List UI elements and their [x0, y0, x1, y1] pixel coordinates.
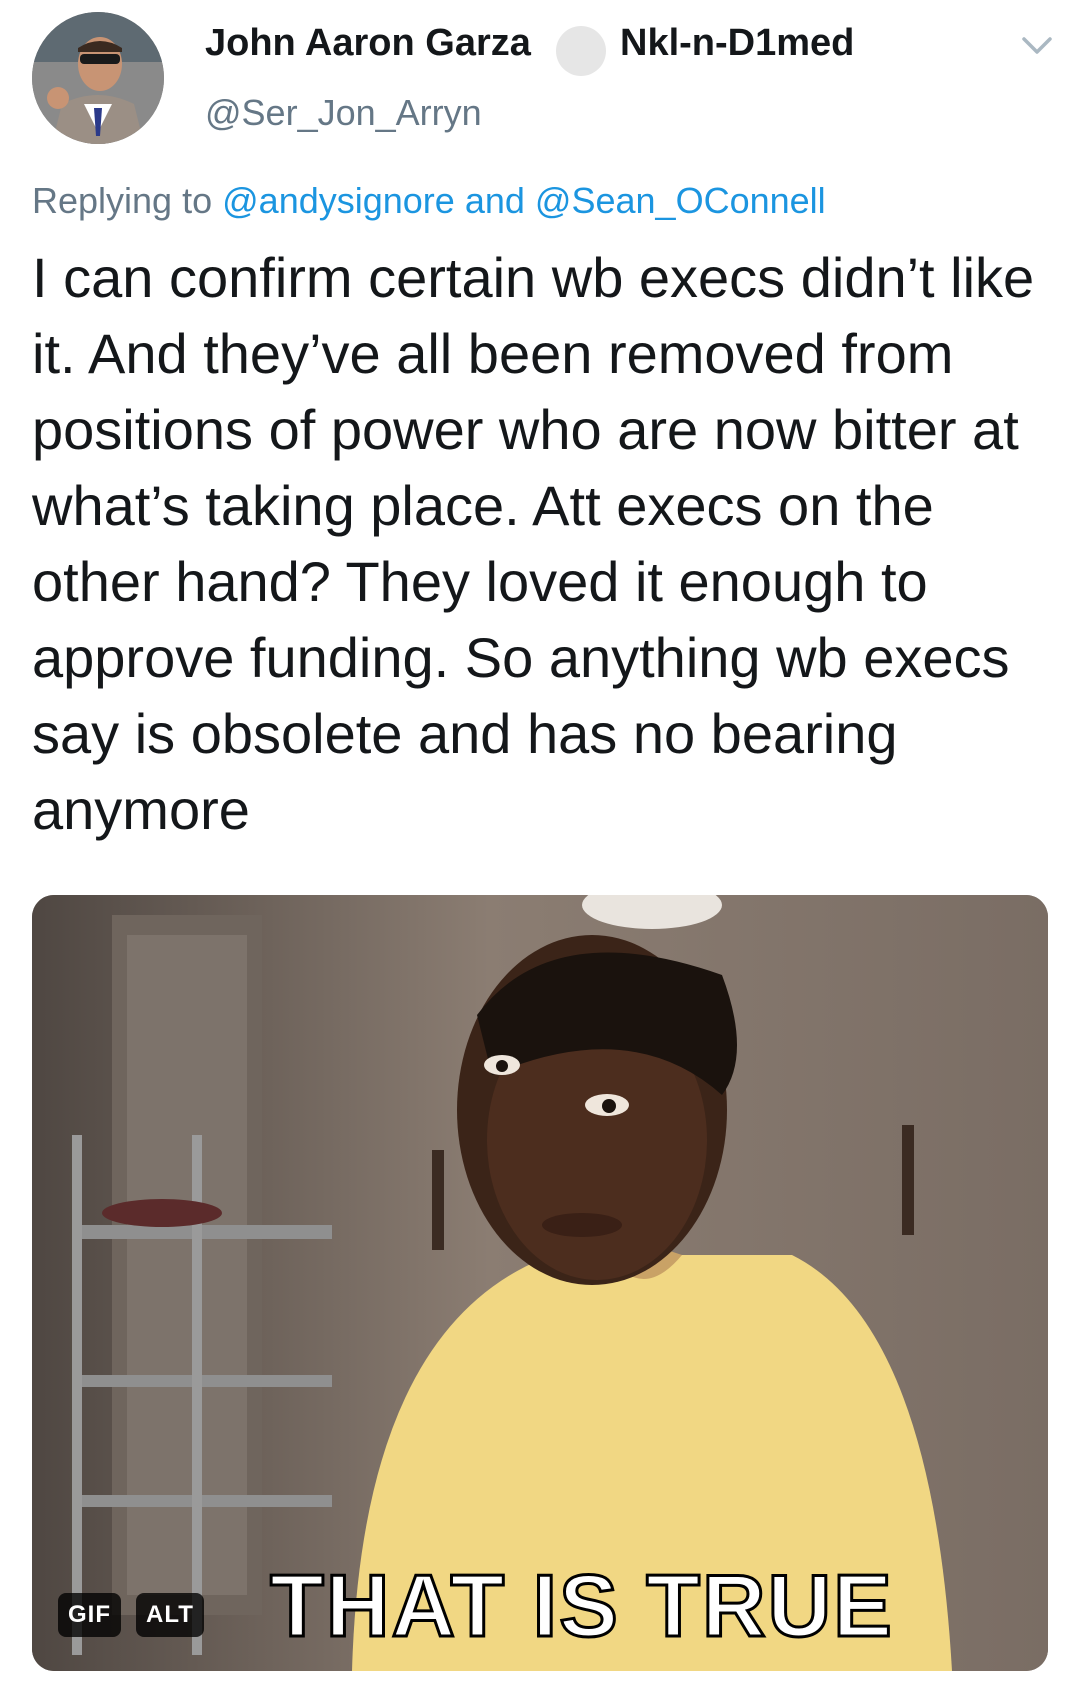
author-display-name[interactable]: John Aaron Garza [205, 22, 531, 65]
tweet-media-gif[interactable]: THAT IS TRUE GIF ALT [32, 895, 1048, 1671]
author-handle[interactable]: @Ser_Jon_Arryn [205, 92, 482, 134]
tweet-card: John Aaron Garza Nkl-n-D1med @Ser_Jon_Ar… [0, 0, 1080, 1694]
replying-to-label: Replying to [32, 180, 213, 221]
author-name-suffix[interactable]: Nkl-n-D1med [620, 22, 854, 65]
replying-to-line: Replying to @andysignore and @Sean_OConn… [32, 180, 826, 222]
mention-link[interactable]: @Sean_OConnell [535, 180, 826, 221]
alt-text-badge[interactable]: ALT [136, 1593, 204, 1637]
mention-link[interactable]: @andysignore [222, 180, 455, 221]
conjunction-text: and [464, 180, 525, 221]
gif-caption: THAT IS TRUE [269, 1555, 894, 1657]
emoji-icon [556, 26, 606, 76]
tweet-text: I can confirm certain wb execs didn’t li… [32, 246, 1035, 841]
profile-photo-icon [32, 12, 164, 144]
chevron-down-icon[interactable] [1020, 34, 1054, 58]
avatar[interactable] [32, 12, 164, 144]
gif-badge: GIF [58, 1593, 121, 1637]
